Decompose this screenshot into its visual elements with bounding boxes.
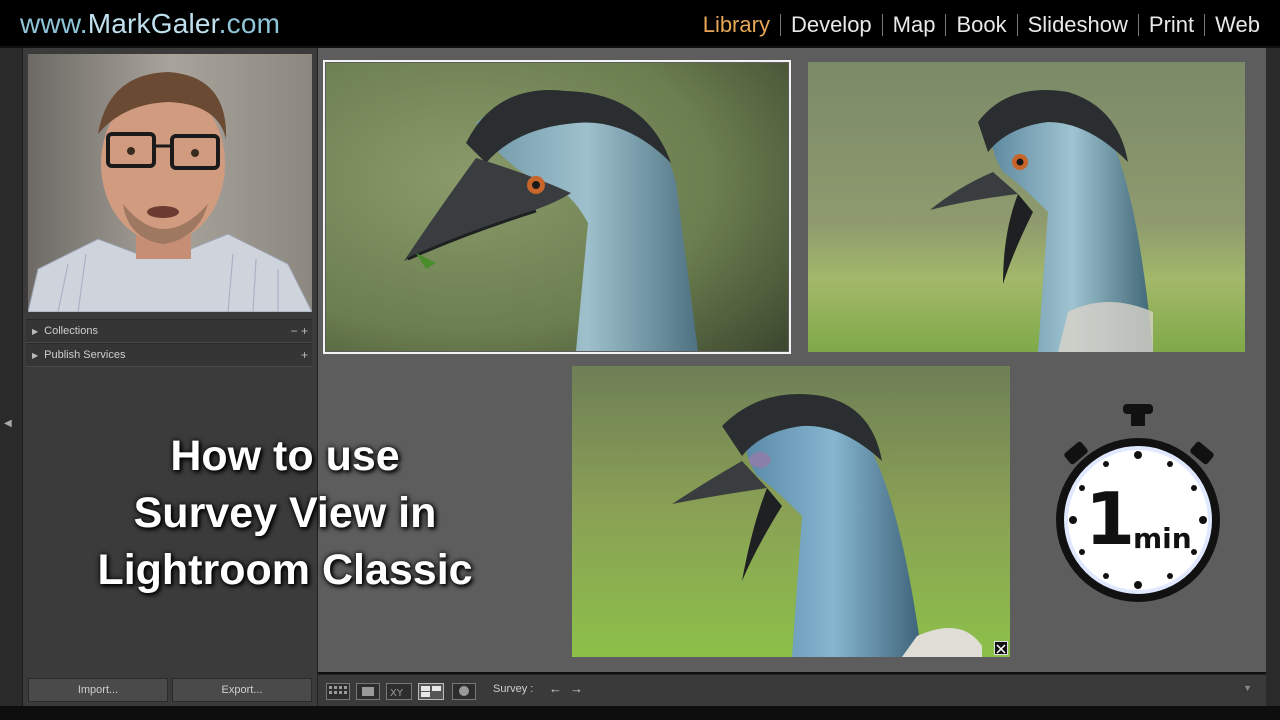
brand-name: MarkGaler — [87, 8, 219, 39]
import-button[interactable]: Import... — [28, 678, 168, 702]
publish-add-icon[interactable]: + — [301, 348, 308, 362]
left-panel-collapse-edge[interactable]: ◀ — [0, 48, 22, 706]
survey-photo-3[interactable] — [572, 366, 1010, 657]
emu-photo-2 — [808, 62, 1245, 352]
library-toolbar: XY Survey : ← → ▼ — [318, 674, 1266, 707]
export-button[interactable]: Export... — [172, 678, 312, 702]
survey-mode-label: Survey : — [493, 683, 534, 695]
disclosure-triangle-icon[interactable]: ▶ — [32, 351, 38, 360]
left-collapse-arrow-icon[interactable]: ◀ — [4, 418, 12, 429]
survey-photo-2[interactable] — [808, 62, 1245, 352]
loupe-view-icon[interactable] — [356, 683, 380, 700]
compare-view-icon[interactable]: XY — [386, 683, 412, 700]
title-line-1: How to use — [170, 432, 400, 480]
module-slideshow[interactable]: Slideshow — [1018, 12, 1138, 38]
module-print[interactable]: Print — [1139, 12, 1204, 38]
presenter-portrait — [28, 54, 312, 312]
stopwatch-icon: 1 min — [1055, 402, 1220, 607]
right-panel-collapse-edge[interactable] — [1266, 48, 1280, 706]
module-web[interactable]: Web — [1205, 12, 1270, 38]
survey-view-icon[interactable] — [418, 683, 444, 700]
publish-services-panel-header[interactable]: ▶ Publish Services + — [26, 343, 312, 367]
module-bar: www.MarkGaler.com Library Develop Map Bo… — [0, 0, 1280, 46]
collections-actions[interactable]: − + — [291, 324, 308, 338]
module-develop[interactable]: Develop — [781, 12, 882, 38]
video-title-overlay: How to use Survey View in Lightroom Clas… — [40, 428, 530, 599]
timer-unit: min — [1133, 522, 1192, 555]
title-line-3: Lightroom Classic — [97, 546, 473, 594]
svg-text:XY: XY — [390, 688, 404, 699]
filmstrip-collapsed-edge[interactable] — [0, 706, 1280, 720]
collections-panel-header[interactable]: ▶ Collections − + — [26, 319, 312, 343]
brand-suffix: .com — [218, 8, 281, 39]
brand-logo: www.MarkGaler.com — [20, 8, 280, 40]
toolbar-menu-chevron-icon[interactable]: ▼ — [1243, 683, 1252, 693]
presenter-webcam — [28, 54, 312, 312]
collections-label: Collections — [44, 325, 98, 337]
emu-photo-3 — [572, 366, 1010, 657]
title-line-2: Survey View in — [133, 489, 437, 537]
grid-view-icon[interactable] — [326, 683, 350, 700]
module-library[interactable]: Library — [693, 12, 780, 38]
module-picker: Library Develop Map Book Slideshow Print… — [693, 12, 1270, 38]
brand-prefix: www. — [20, 8, 88, 39]
unflag-close-icon[interactable] — [994, 641, 1008, 655]
timer-number: 1 — [1085, 477, 1135, 561]
module-map[interactable]: Map — [883, 12, 946, 38]
publish-services-label: Publish Services — [44, 349, 126, 361]
module-book[interactable]: Book — [946, 12, 1016, 38]
emu-photo-1 — [326, 63, 788, 351]
next-photo-arrow-icon[interactable]: → — [570, 681, 583, 696]
previous-photo-arrow-icon[interactable]: ← — [549, 681, 562, 696]
people-view-icon[interactable] — [452, 683, 476, 700]
survey-photo-1[interactable] — [323, 60, 791, 354]
disclosure-triangle-icon[interactable]: ▶ — [32, 327, 38, 336]
